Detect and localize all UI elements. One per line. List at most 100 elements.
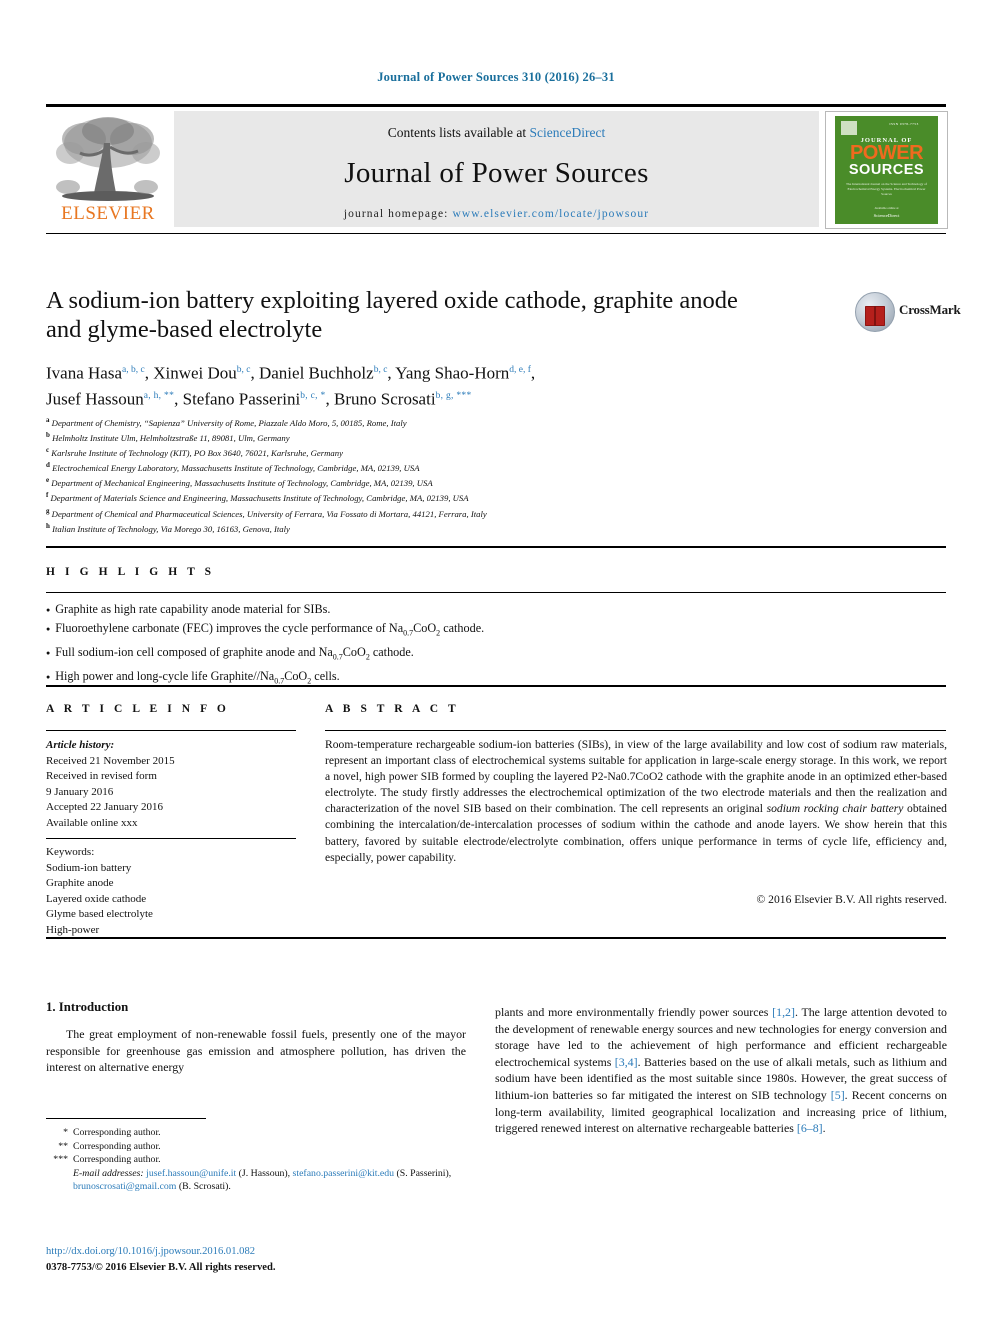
footnote-line: ** Corresponding author. bbox=[46, 1140, 476, 1154]
affiliation-item: f Department of Materials Science and En… bbox=[46, 489, 836, 504]
email-link[interactable]: stefano.passerini@kit.edu bbox=[293, 1168, 395, 1179]
footnote-divider bbox=[46, 1118, 206, 1119]
article-history-item: 9 January 2016 bbox=[46, 785, 114, 798]
keyword-item: High-power bbox=[46, 923, 100, 936]
crossmark-badge[interactable]: CrossMark bbox=[855, 288, 961, 336]
sciencedirect-link[interactable]: ScienceDirect bbox=[530, 125, 606, 140]
author-affil-marks: b, c, * bbox=[300, 390, 326, 401]
affiliation-item: e Department of Mechanical Engineering, … bbox=[46, 474, 836, 489]
cover-blurb-text: The International Journal on the Science… bbox=[845, 182, 928, 196]
author-affil-marks: d, e, f bbox=[509, 365, 531, 375]
affiliation-mark: d bbox=[46, 461, 50, 470]
footnote-text: Corresponding author. bbox=[73, 1127, 161, 1138]
elsevier-tree-icon bbox=[56, 117, 160, 201]
divider-under-abstract-heading bbox=[325, 730, 946, 731]
divider-above-keywords bbox=[46, 838, 296, 839]
highlight-item: High power and long-cycle life Graphite/… bbox=[46, 667, 766, 691]
author-name: Daniel Buchholz bbox=[258, 363, 374, 383]
email-addresses-label: E-mail addresses: bbox=[73, 1167, 144, 1179]
cover-artwork: ISSN 0378-7753 JOURNAL OF POWER SOURCES … bbox=[835, 116, 938, 224]
keyword-item: Layered oxide cathode bbox=[46, 892, 147, 905]
crossmark-book-icon bbox=[865, 306, 885, 326]
cover-power-text: POWER bbox=[849, 142, 924, 164]
footnote-text: Corresponding author. bbox=[73, 1154, 161, 1166]
author-sep: , bbox=[250, 363, 259, 383]
affiliation-text: Department of Chemistry, “Sapienza” Univ… bbox=[51, 417, 407, 428]
affiliation-mark: e bbox=[46, 476, 50, 485]
article-info-heading: A R T I C L E I N F O bbox=[46, 703, 230, 715]
running-head: Journal of Power Sources 310 (2016) 26–3… bbox=[377, 70, 615, 84]
citation-link[interactable]: [1,2] bbox=[772, 1005, 795, 1019]
author-sep: , bbox=[174, 389, 183, 409]
divider-above-highlights bbox=[46, 546, 946, 548]
keyword-item: Sodium-ion battery bbox=[46, 861, 132, 874]
affiliation-text: Karlsruhe Institute of Technology (KIT),… bbox=[51, 448, 343, 459]
email-addresses-line: E-mail addresses: jusef.hassoun@unife.it… bbox=[46, 1167, 476, 1194]
abstract-emphasis: sodium rocking chair battery bbox=[766, 802, 904, 816]
citation-link[interactable]: [5] bbox=[831, 1088, 845, 1102]
journal-homepage-line: journal homepage: www.elsevier.com/locat… bbox=[174, 208, 819, 220]
author-name: Ivana Hasa bbox=[46, 363, 122, 383]
affiliation-mark: g bbox=[46, 506, 50, 515]
email-link[interactable]: brunoscrosati@gmail.com bbox=[73, 1181, 176, 1192]
keyword-item: Glyme based electrolyte bbox=[46, 908, 153, 920]
author-name: Jusef Hassoun bbox=[46, 389, 144, 409]
crossmark-label: CrossMark bbox=[899, 302, 961, 317]
article-title: A sodium-ion battery exploiting layered … bbox=[46, 287, 738, 343]
author-name: Xinwei Dou bbox=[153, 363, 237, 383]
citation-link[interactable]: [6–8] bbox=[797, 1121, 823, 1135]
journal-homepage-link[interactable]: www.elsevier.com/locate/jpowsour bbox=[452, 208, 649, 220]
author-list: Ivana Hasaa, b, c, Xinwei Dou b, c, Danie… bbox=[46, 359, 806, 410]
footnote-line: *** Corresponding author. bbox=[46, 1153, 476, 1167]
author-sep: , bbox=[530, 363, 536, 383]
author-name: Yang Shao-Horn bbox=[395, 363, 510, 383]
body-column-right: plants and more environmentally friendly… bbox=[495, 1004, 947, 1137]
email-owner: (B. Scrosati). bbox=[176, 1181, 231, 1193]
highlights-heading: H I G H L I G H T S bbox=[46, 566, 215, 578]
divider-under-highlights-heading bbox=[46, 592, 946, 593]
cover-issn-text: ISSN 0378-7753 bbox=[889, 122, 919, 126]
email-owner: (S. Passerini), bbox=[394, 1167, 452, 1179]
footnote-line: * Corresponding author. bbox=[46, 1126, 476, 1140]
author-sep: , bbox=[144, 363, 154, 383]
keyword-item: Graphite anode bbox=[46, 877, 114, 889]
author-affil-marks: a, b, c bbox=[122, 365, 145, 375]
email-link[interactable]: jusef.hassoun@unife.it bbox=[146, 1168, 236, 1179]
affiliation-list: a Department of Chemistry, “Sapienza” Un… bbox=[46, 414, 836, 535]
body-paragraph: plants and more environmentally friendly… bbox=[495, 1004, 947, 1137]
article-history-label: Article history: bbox=[46, 739, 115, 751]
affiliation-item: g Department of Chemical and Pharmaceuti… bbox=[46, 505, 836, 520]
affiliation-item: c Karlsruhe Institute of Technology (KIT… bbox=[46, 444, 836, 459]
divider-below-abstract bbox=[46, 937, 946, 939]
citation-link[interactable]: [3,4] bbox=[615, 1055, 638, 1069]
footnote-marker: * bbox=[63, 1127, 68, 1138]
article-history-block: Article history: Received 21 November 20… bbox=[46, 738, 296, 831]
affiliation-text: Department of Materials Science and Engi… bbox=[50, 493, 469, 504]
article-first-page: Journal of Power Sources 310 (2016) 26–3… bbox=[0, 0, 992, 1323]
author-affil-marks: b, c bbox=[373, 365, 388, 375]
author-sep: , bbox=[325, 389, 335, 409]
divider-under-article-info-heading bbox=[46, 730, 296, 731]
abstract-text: Room-temperature rechargeable sodium-ion… bbox=[325, 737, 947, 866]
affiliation-text: Italian Institute of Technology, Via Mor… bbox=[52, 523, 290, 534]
body-text-fragment: . bbox=[822, 1121, 826, 1136]
affiliation-item: b Helmholtz Institute Ulm, Helmholtzstra… bbox=[46, 429, 836, 444]
email-owner: (J. Hassoun), bbox=[236, 1167, 293, 1179]
masthead-center-panel: Contents lists available at ScienceDirec… bbox=[174, 111, 819, 227]
journal-title: Journal of Power Sources bbox=[344, 157, 649, 189]
affiliation-item: d Electrochemical Energy Laboratory, Mas… bbox=[46, 459, 836, 474]
affiliation-text: Department of Mechanical Engineering, Ma… bbox=[51, 478, 433, 489]
crossmark-circle-icon bbox=[855, 292, 895, 332]
footnote-marker: *** bbox=[53, 1154, 68, 1166]
affiliation-mark: f bbox=[46, 491, 49, 500]
doi-link[interactable]: http://dx.doi.org/10.1016/j.jpowsour.201… bbox=[46, 1245, 476, 1260]
author-affil-marks: b, g, *** bbox=[435, 390, 472, 401]
keywords-label: Keywords: bbox=[46, 846, 95, 858]
affiliation-text: Helmholtz Institute Ulm, Helmholtzstraße… bbox=[52, 432, 290, 443]
affiliation-text: Department of Chemical and Pharmaceutica… bbox=[51, 508, 487, 519]
affiliation-item: a Department of Chemistry, “Sapienza” Un… bbox=[46, 414, 836, 429]
journal-masthead: ELSEVIER Contents lists available at Sci… bbox=[46, 104, 948, 234]
elsevier-logo: ELSEVIER bbox=[46, 111, 170, 231]
issn-copyright-line: 0378-7753/© 2016 Elsevier B.V. All right… bbox=[46, 1262, 276, 1273]
body-paragraph: The great employment of non-renewable fo… bbox=[46, 1027, 466, 1075]
